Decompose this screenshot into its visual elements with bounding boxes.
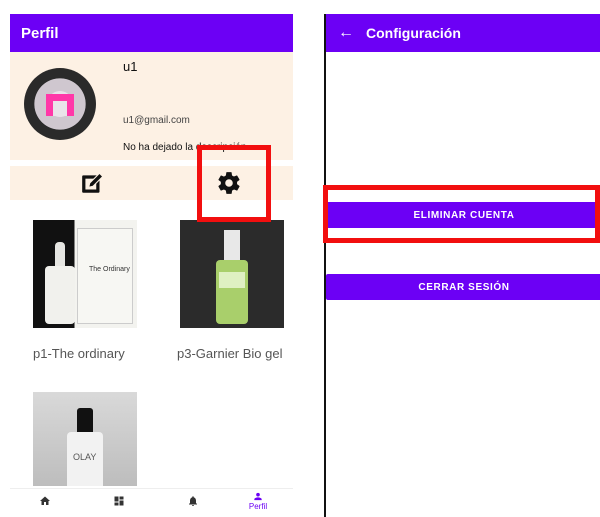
appbar-title: Configuración xyxy=(366,25,461,41)
product-card[interactable]: The Ordinary p1-The ordinary xyxy=(33,220,137,361)
arrow-back-icon[interactable]: ← xyxy=(326,24,366,42)
product-card[interactable]: p3-Garnier Bio gel xyxy=(177,220,284,361)
person-icon xyxy=(254,492,262,501)
profile-appbar: Perfil xyxy=(10,14,293,52)
product-label xyxy=(219,272,245,288)
bottom-navigation: Perfil xyxy=(10,488,293,517)
avatar-pixel-art-inner xyxy=(53,101,67,116)
highlight-box-delete-account xyxy=(323,185,600,243)
product-name: p1-The ordinary xyxy=(33,346,125,361)
product-card[interactable]: OLAY xyxy=(33,392,137,486)
product-brand-text: OLAY xyxy=(73,452,97,462)
username: u1 xyxy=(123,59,138,74)
profile-screen: Perfil u1 u1@gmail.com No ha dejado la d… xyxy=(10,14,293,517)
product-image: The Ordinary xyxy=(33,220,137,328)
nav-profile-label: Perfil xyxy=(248,502,268,511)
avatar[interactable] xyxy=(24,68,96,140)
highlight-box-settings xyxy=(197,145,271,222)
settings-appbar: ← Configuración xyxy=(326,14,600,52)
settings-screen: ← Configuración ELIMINAR CUENTA CERRAR S… xyxy=(324,14,600,517)
product-bottle xyxy=(216,260,248,324)
product-dropper xyxy=(55,242,65,268)
product-box xyxy=(77,228,133,324)
product-pump xyxy=(224,230,240,260)
product-bottle xyxy=(45,266,75,324)
edit-icon xyxy=(82,172,104,193)
product-brand-text: The Ordinary xyxy=(89,266,130,273)
bell-icon xyxy=(189,496,197,506)
product-image: OLAY xyxy=(33,392,137,486)
user-email: u1@gmail.com xyxy=(123,115,190,126)
edit-profile-button[interactable] xyxy=(80,170,106,196)
product-cap xyxy=(77,408,93,434)
appbar-title: Perfil xyxy=(21,24,59,42)
home-icon xyxy=(40,496,50,505)
dashboard-icon xyxy=(114,496,124,506)
nav-dashboard[interactable] xyxy=(104,495,134,515)
nav-home[interactable] xyxy=(30,495,60,515)
product-name: p3-Garnier Bio gel xyxy=(177,346,283,361)
logout-button[interactable]: CERRAR SESIÓN xyxy=(326,274,600,300)
nav-profile[interactable]: Perfil xyxy=(243,491,273,511)
profile-card: u1 u1@gmail.com No ha dejado la descripc… xyxy=(10,52,293,160)
product-image xyxy=(180,220,284,328)
nav-notifications[interactable] xyxy=(178,495,208,515)
